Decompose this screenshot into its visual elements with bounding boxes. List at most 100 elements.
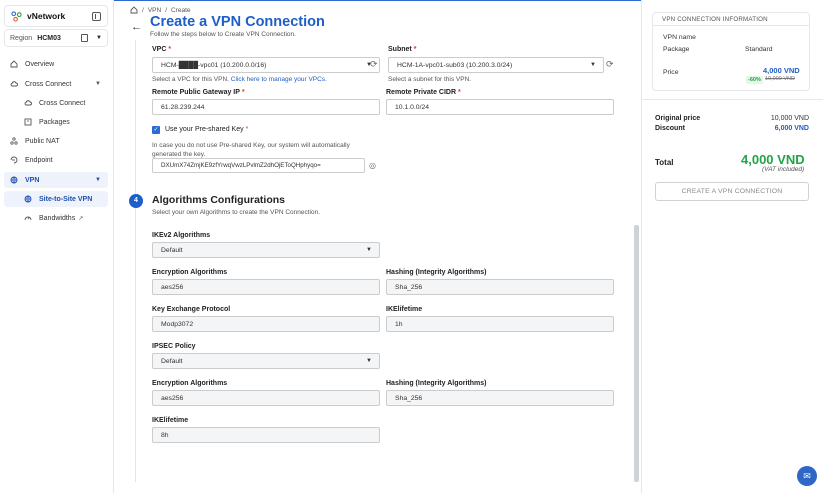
ipsec-encryption-value: aes256 [161,394,184,402]
ikelifetime-label: IKElifetime [386,306,423,313]
sidebar-item-endpoint[interactable]: Endpoint [4,152,108,168]
ipsec-ikelifetime-value: 8h [161,431,169,439]
package-icon [24,118,32,126]
remote-gateway-label: Remote Public Gateway IP * [152,89,245,96]
psk-input[interactable]: DXUmX74ZmjKE9zfYrwqVwzLPvlmZ2dhOjEToQHph… [152,158,365,173]
home-icon [10,60,18,68]
vpn-name-label: VPN name [663,34,696,41]
ipsec-encryption-input: aes256 [152,390,380,406]
sidebar-item-site-to-site-vpn[interactable]: Site-to-Site VPN [4,191,108,207]
remote-cidr-input[interactable]: 10.1.0.0/24 [386,99,614,115]
region-value: HCM03 [37,34,61,42]
ipsec-hashing-label: Hashing (Integrity Algorithms) [386,380,487,387]
package-value: Standard [745,46,773,53]
region-selector[interactable]: Region HCM03 ▼ [4,29,108,47]
remote-cidr-label: Remote Private CIDR * [386,89,461,96]
scrollbar[interactable] [634,225,639,482]
key-exchange-label: Key Exchange Protocol [152,306,231,313]
globe-icon [10,176,18,184]
manage-vpcs-link[interactable]: Click here to manage your VPCs. [231,76,327,83]
eye-slash-icon[interactable]: ◎ [369,161,376,170]
create-vpn-button[interactable]: CREATE A VPN CONNECTION [655,182,809,201]
sidebar-item-cross-connect[interactable]: Cross Connect ▼ [4,76,108,92]
total-value: 4,000 VND [741,152,805,167]
vat-note: (VAT included) [762,166,805,173]
network-icon [10,137,18,145]
price-original: 10,000 VND [765,76,795,82]
hashing-value: Sha_256 [395,283,423,291]
sidebar-item-label: Site-to-Site VPN [39,195,93,203]
cloud-icon [10,81,18,87]
step-4-badge: 4 [129,194,143,208]
total-label: Total [655,158,674,167]
encryption-value: aes256 [161,283,184,291]
globe-icon [24,195,32,203]
refresh-icon[interactable]: ⟳ [370,59,378,70]
psk-label-text: Use your Pre-shared Key [165,126,244,133]
key-exchange-input: Modp3072 [152,316,380,332]
ipsec-hashing-input: Sha_256 [386,390,614,406]
ikelifetime-value: 1h [395,320,403,328]
back-arrow-icon[interactable]: ← [131,21,142,33]
page-title: Create a VPN Connection [150,14,325,30]
subnet-label: Subnet * [388,46,417,53]
endpoint-icon [10,156,18,164]
external-link-icon: ↗ [78,215,84,222]
sidebar-item-public-nat[interactable]: Public NAT [4,133,108,149]
remote-cidr-label-text: Remote Private CIDR [386,89,457,96]
chevron-down-icon: ▼ [366,247,372,253]
breadcrumb-vpn[interactable]: VPN [148,7,161,14]
divider [642,99,823,100]
original-price-value: 10,000 VND [770,115,809,122]
ipsec-select[interactable]: Default ▼ [152,353,380,369]
chevron-down-icon: ▼ [95,177,101,183]
sidebar-item-bandwidths[interactable]: Bandwidths ↗ [4,210,108,226]
remote-gateway-label-text: Remote Public Gateway IP [152,89,240,96]
sidebar-item-label: Bandwidths [39,214,76,222]
key-exchange-value: Modp3072 [161,320,194,328]
sidebar-item-label: Packages [39,118,70,126]
summary-panel: VPN CONNECTION INFORMATION VPN name Pack… [641,0,823,493]
ipsec-ikelifetime-input: 8h [152,427,380,443]
cloud-icon [24,100,32,106]
sidebar-item-label: Overview [25,60,55,68]
app-name: vNetwork [27,11,66,21]
breadcrumb: / VPN / Create [130,6,191,14]
subnet-label-text: Subnet [388,46,412,53]
breadcrumb-separator: / [142,6,144,14]
region-label: Region [10,34,33,42]
vpc-select[interactable]: HCM-████-vpc01 (10.200.0.0/16) ▼ [152,57,380,73]
refresh-icon[interactable]: ⟳ [606,59,614,70]
hashing-input: Sha_256 [386,279,614,295]
ikev2-value: Default [161,246,183,254]
ikev2-select[interactable]: Default ▼ [152,242,380,258]
info-heading: VPN CONNECTION INFORMATION [653,13,809,26]
ikelifetime-input: 1h [386,316,614,332]
encryption-input: aes256 [152,279,380,295]
breadcrumb-create: Create [171,6,191,14]
sidebar: vNetwork Region HCM03 ▼ Overview Cross C… [0,0,114,493]
vpc-hint-text: Select a VPC for this VPN. [152,76,229,83]
psk-checkbox[interactable]: ✓ [152,126,160,134]
remote-gateway-input[interactable]: 61.28.239.244 [152,99,380,115]
chat-icon[interactable]: ✉ [797,466,817,486]
ipsec-ikelifetime-label: IKElifetime [152,417,189,424]
subnet-select[interactable]: HCM-1A-vpc01-sub03 (10.200.3.0/24) ▼ [388,57,604,73]
psk-value: DXUmX74ZmjKE9zfYrwqVwzLPvlmZ2dhOjEToQHph… [161,162,321,169]
sidebar-item-vpn[interactable]: VPN ▼ [4,172,108,188]
vpc-select-value: HCM-████-vpc01 (10.200.0.0/16) [161,61,267,69]
home-icon[interactable] [130,6,138,14]
discount-badge: -60% [746,76,763,84]
sidebar-item-cross-connect-sub[interactable]: Cross Connect [4,95,108,111]
encryption-label: Encryption Algorithms [152,269,228,276]
ikev2-label: IKEv2 Algorithms [152,232,211,239]
sidebar-toggle-icon[interactable] [92,11,101,21]
original-price-label: Original price [655,115,701,122]
ipsec-label: IPSEC Policy [152,343,196,350]
vnetwork-logo-icon [11,10,22,22]
vpc-label: VPC * [152,46,172,53]
ipsec-encryption-label: Encryption Algorithms [152,380,228,387]
sidebar-item-overview[interactable]: Overview [4,56,108,72]
sidebar-item-packages[interactable]: Packages [4,114,108,130]
copy-icon[interactable] [81,34,89,42]
